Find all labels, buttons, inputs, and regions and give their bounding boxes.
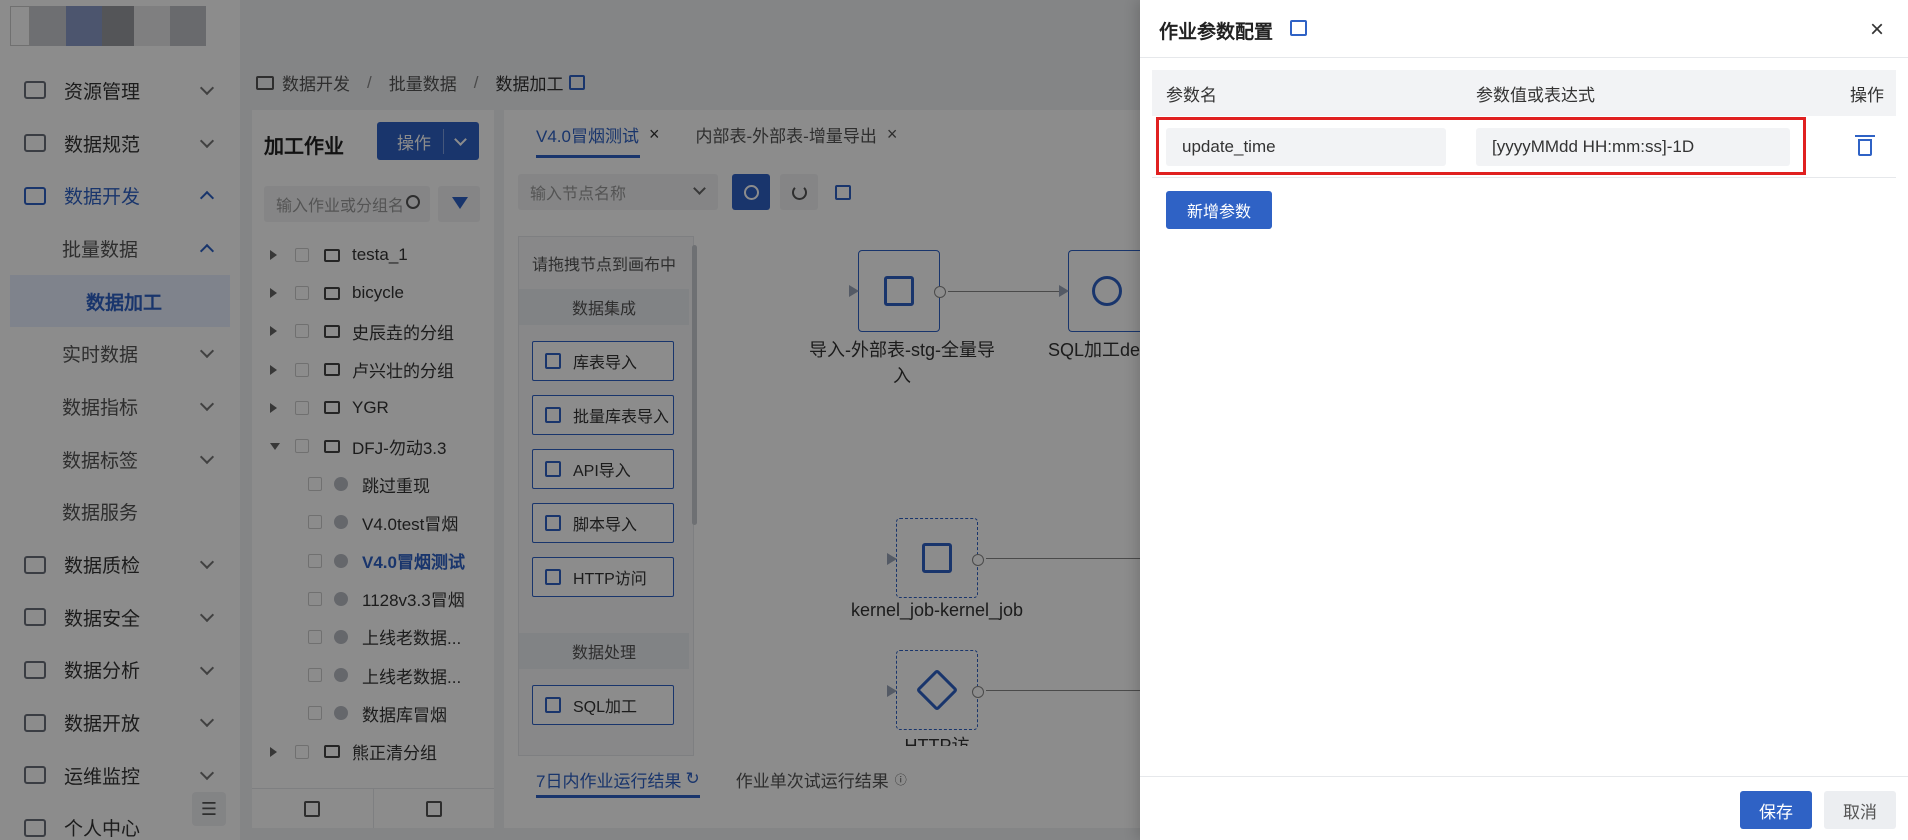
- param-table-header: 参数名 参数值或表达式 操作: [1152, 70, 1896, 116]
- column-header-name: 参数名: [1166, 85, 1217, 105]
- drawer-footer: 保存 取消: [1140, 776, 1908, 840]
- close-icon[interactable]: ×: [1870, 16, 1884, 44]
- trash-icon[interactable]: [1855, 135, 1875, 156]
- add-param-button[interactable]: 新增参数: [1166, 191, 1272, 229]
- drawer-title: 作业参数配置: [1159, 22, 1274, 43]
- save-button[interactable]: 保存: [1740, 791, 1812, 829]
- column-header-action: 操作: [1850, 85, 1884, 105]
- book-icon[interactable]: [1290, 20, 1307, 36]
- highlight-annotation-box: [1156, 117, 1806, 175]
- drawer-header: 作业参数配置 ×: [1140, 0, 1908, 58]
- cancel-button[interactable]: 取消: [1824, 791, 1896, 829]
- app-root: 资源管理 数据规范 数据开发 批量数据 数据加工 实时数据 数据指标 数据标签 …: [0, 0, 1908, 840]
- column-header-value: 参数值或表达式: [1476, 85, 1595, 105]
